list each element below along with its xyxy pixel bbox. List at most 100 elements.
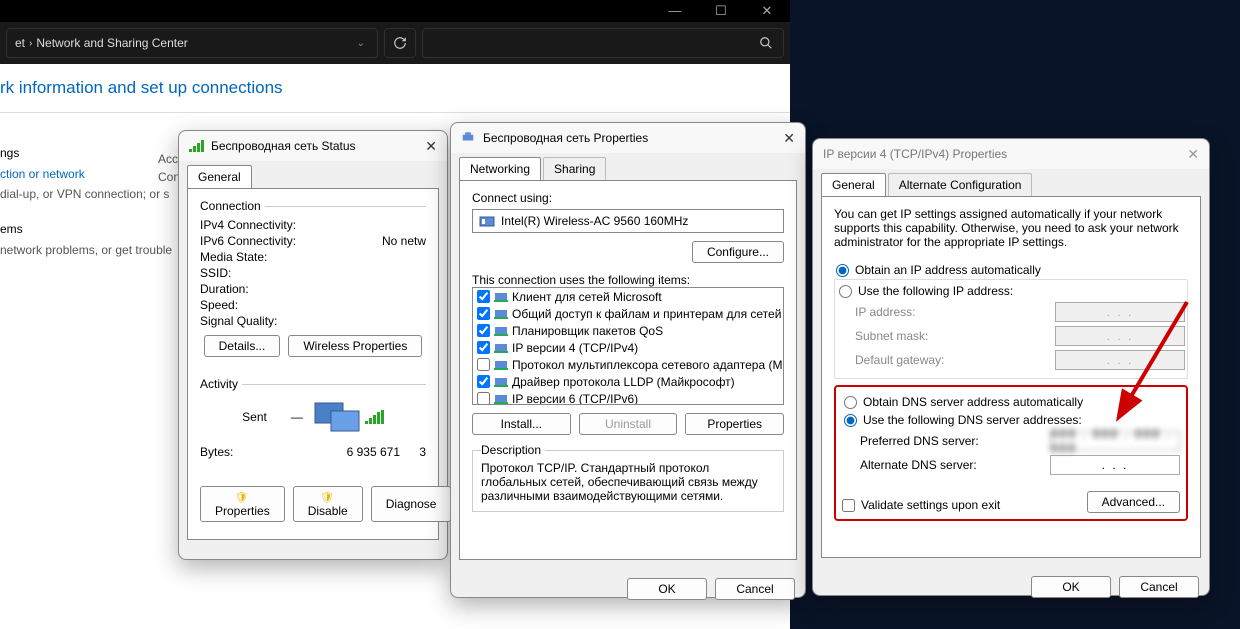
ipv6-connectivity-value: No netw [382,234,426,248]
tab-general[interactable]: General [821,173,886,196]
uninstall-button[interactable]: Uninstall [579,413,678,435]
protocol-checkbox[interactable] [477,290,490,303]
activity-legend: Activity [200,377,242,391]
protocol-icon [494,359,508,371]
advanced-button[interactable]: Advanced... [1087,491,1180,513]
tab-networking[interactable]: Networking [459,157,541,180]
setup-connection-link[interactable]: ction or network [0,164,190,184]
close-icon[interactable]: ✕ [783,130,795,147]
protocol-item[interactable]: Планировщик пакетов QoS [473,322,783,339]
wireless-properties-button[interactable]: Wireless Properties [288,335,422,357]
install-button[interactable]: Install... [472,413,571,435]
refresh-button[interactable] [384,28,416,58]
protocol-item[interactable]: Клиент для сетей Microsoft [473,288,783,305]
tab-alternate-configuration[interactable]: Alternate Configuration [888,173,1033,196]
diagnose-button[interactable]: Diagnose [371,486,452,522]
disable-button[interactable]: 🛡Disable [293,486,363,522]
chevron-down-icon[interactable]: ⌄ [353,38,369,49]
bytes-label: Bytes: [200,445,330,459]
adapter-field[interactable]: Intel(R) Wireless-AC 9560 160MHz [472,209,784,233]
protocol-item[interactable]: Драйвер протокола LLDP (Майкрософт) [473,373,783,390]
protocol-label: IP версии 6 (TCP/IPv6) [512,392,638,406]
problems-desc: network problems, or get trouble [0,240,190,260]
protocol-checkbox[interactable] [477,358,490,371]
adapter-icon [461,130,477,146]
radio-manual-ip[interactable]: Use the following IP address: [837,282,1185,300]
radio-manual-dns-input[interactable] [844,414,857,427]
radio-manual-ip-input[interactable] [839,285,852,298]
bytes-sent-value: 6 935 671 [330,445,400,459]
dialog-titlebar[interactable]: Беспроводная сеть Status ✕ [179,131,447,161]
connection-legend: Connection [200,199,265,213]
description-group: Description Протокол TCP/IP. Стандартный… [472,443,784,512]
connection-group: Connection IPv4 Connectivity: IPv6 Conne… [200,199,426,373]
description-text: Протокол TCP/IP. Стандартный протокол гл… [481,461,775,503]
cancel-button[interactable]: Cancel [715,578,795,600]
protocol-checkbox[interactable] [477,392,490,405]
dialog-titlebar[interactable]: Беспроводная сеть Properties ✕ [451,123,805,153]
details-button[interactable]: Details... [204,335,281,357]
radio-auto-ip-input[interactable] [836,264,849,277]
item-properties-button[interactable]: Properties [685,413,784,435]
protocol-label: IP версии 4 (TCP/IPv4) [512,341,638,355]
tab-general[interactable]: General [187,165,252,188]
properties-button[interactable]: 🛡Properties [200,486,285,522]
default-gateway-label: Default gateway: [855,353,1055,367]
breadcrumb[interactable]: et › Network and Sharing Center ⌄ [6,28,378,58]
protocol-item[interactable]: Протокол мультиплексора сетевого адаптер… [473,356,783,373]
protocol-label: Драйвер протокола LLDP (Майкрософт) [512,375,735,389]
preferred-dns-field[interactable]: 000 . 000 . 000 . 000 [1050,431,1180,451]
dialog-title: Беспроводная сеть Properties [483,131,648,145]
breadcrumb-part[interactable]: et [15,36,25,50]
adapter-name: Intel(R) Wireless-AC 9560 160MHz [501,214,688,228]
breadcrumb-current[interactable]: Network and Sharing Center [36,36,187,50]
protocol-icon [494,393,508,405]
maximize-button[interactable]: ☐ [698,0,744,22]
close-icon[interactable]: ✕ [1187,146,1199,163]
close-button[interactable]: ✕ [744,0,790,22]
validate-checkbox-row[interactable]: Validate settings upon exit [842,492,1000,512]
explorer-address-bar: et › Network and Sharing Center ⌄ [0,22,790,64]
settings-header: ngs [0,146,190,164]
ipv4-properties-dialog: IP версии 4 (TCP/IPv4) Properties ✕ Gene… [812,138,1210,596]
wifi-icon [189,138,205,154]
protocol-icon [494,325,508,337]
subnet-mask-field: . . . [1055,326,1185,346]
shield-icon: 🛡 [234,492,248,504]
preferred-dns-label: Preferred DNS server: [860,434,1050,448]
protocol-item[interactable]: IP версии 6 (TCP/IPv6) [473,390,783,405]
ok-button[interactable]: OK [627,578,707,600]
ip-address-field: . . . [1055,302,1185,322]
protocol-checkbox[interactable] [477,307,490,320]
signal-bars-icon [365,410,384,424]
validate-checkbox[interactable] [842,499,855,512]
protocol-checkbox[interactable] [477,341,490,354]
connect-using-label: Connect using: [472,191,784,205]
protocol-checkbox[interactable] [477,324,490,337]
cancel-button[interactable]: Cancel [1119,576,1199,598]
explorer-titlebar: — ☐ ✕ [0,0,790,22]
dialog-title: IP версии 4 (TCP/IPv4) Properties [823,147,1007,161]
close-icon[interactable]: ✕ [425,138,437,155]
minimize-button[interactable]: — [652,0,698,22]
protocol-checkbox[interactable] [477,375,490,388]
radio-auto-ip[interactable]: Obtain an IP address automatically [834,261,1188,279]
protocol-label: Общий доступ к файлам и принтерам для се… [512,307,784,321]
radio-auto-dns-input[interactable] [844,396,857,409]
dialog-titlebar[interactable]: IP версии 4 (TCP/IPv4) Properties ✕ [813,139,1209,169]
bytes-received-value: 3 [419,445,426,459]
ip-address-label: IP address: [855,305,1055,319]
protocol-listbox[interactable]: Клиент для сетей Microsoft Общий доступ к… [472,287,784,405]
protocol-item[interactable]: IP версии 4 (TCP/IPv4) [473,339,783,356]
activity-icon [309,399,365,435]
ok-button[interactable]: OK [1031,576,1111,598]
signal-quality-label: Signal Quality: [200,314,330,328]
configure-button[interactable]: Configure... [692,241,784,263]
protocol-icon [494,291,508,303]
tab-sharing[interactable]: Sharing [543,157,606,180]
protocol-item[interactable]: Общий доступ к файлам и принтерам для се… [473,305,783,322]
radio-auto-dns[interactable]: Obtain DNS server address automatically [842,393,1180,411]
alternate-dns-field[interactable]: . . . [1050,455,1180,475]
intro-text: You can get IP settings assigned automat… [834,207,1188,261]
search-input[interactable] [422,28,784,58]
